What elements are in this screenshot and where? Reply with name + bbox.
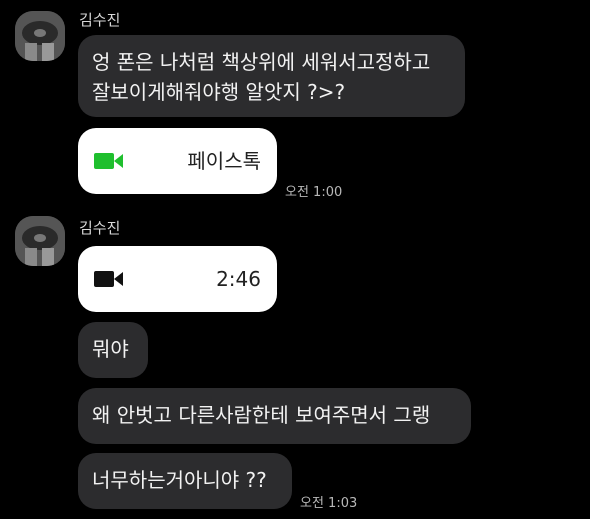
video-call-bubble[interactable]: 2:46	[78, 246, 277, 312]
message-timestamp: 오전 1:00	[285, 185, 343, 200]
message-text: 왜 안벗고 다른사람한테 보여주면서 그랭	[92, 403, 431, 427]
video-camera-icon	[94, 271, 123, 287]
call-label: 페이스톡	[187, 149, 261, 173]
message-text: 뭐야	[92, 337, 129, 361]
message-timestamp: 오전 1:03	[300, 496, 358, 511]
message-bubble[interactable]: 엉 폰은 나처럼 책상위에 세워서고정하고 잘보이게해줘야행 알앗지 ?>?	[78, 35, 465, 117]
avatar[interactable]	[15, 216, 65, 266]
message-text: 너무하는거아니야 ??	[92, 468, 267, 492]
avatar[interactable]	[15, 11, 65, 61]
facetalk-call-bubble[interactable]: 페이스톡	[78, 128, 277, 194]
sender-name: 김수진	[79, 11, 121, 29]
video-camera-icon	[94, 153, 123, 169]
message-text: 엉 폰은 나처럼 책상위에 세워서고정하고	[92, 50, 431, 74]
sender-name: 김수진	[79, 219, 121, 237]
message-bubble[interactable]: 너무하는거아니야 ??	[78, 453, 292, 509]
call-duration: 2:46	[216, 267, 261, 291]
message-bubble[interactable]: 왜 안벗고 다른사람한테 보여주면서 그랭	[78, 388, 471, 444]
message-bubble[interactable]: 뭐야	[78, 322, 148, 378]
message-text: 잘보이게해줘야행 알앗지 ?>?	[92, 80, 346, 104]
